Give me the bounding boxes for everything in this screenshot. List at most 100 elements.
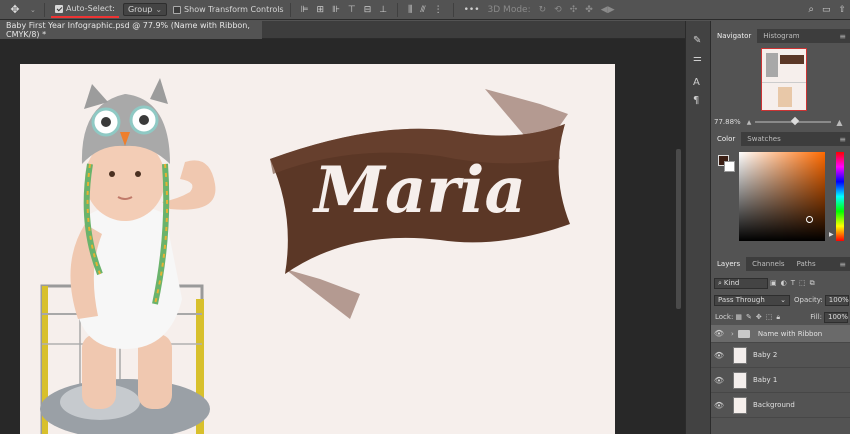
visibility-eye-icon[interactable]: 👁︎ bbox=[711, 376, 727, 385]
auto-select-label: Auto-Select: bbox=[66, 4, 115, 13]
tab-histogram[interactable]: Histogram bbox=[757, 29, 805, 43]
navigator-thumb-ribbon bbox=[780, 55, 804, 64]
lock-paint-icon[interactable]: ✎ bbox=[746, 313, 752, 321]
align-right-icon[interactable]: ⊪ bbox=[332, 5, 340, 15]
lock-transparent-icon[interactable]: ▦ bbox=[735, 313, 742, 321]
document-tab-title: Baby First Year Infographic.psd @ 77.9% … bbox=[6, 21, 250, 39]
color-picker-cursor[interactable] bbox=[806, 216, 813, 223]
right-panels: Navigator Histogram ≡ 77.88% ▲ ▲ Color S… bbox=[710, 21, 850, 434]
lock-artboard-icon[interactable]: ⬚ bbox=[766, 313, 773, 321]
owl-pupil-left bbox=[101, 117, 111, 127]
layer-row-name-with-ribbon[interactable]: 👁︎ › Name with Ribbon bbox=[711, 325, 850, 343]
filter-shape-icon[interactable]: ⬚ bbox=[799, 279, 806, 287]
filter-adjustment-icon[interactable]: ◐ bbox=[781, 279, 787, 287]
layer-filter-kind-value: Kind bbox=[723, 279, 740, 287]
align-center-icon[interactable]: ⊞ bbox=[316, 5, 324, 15]
background-color-swatch[interactable] bbox=[724, 161, 735, 172]
canvas-workspace[interactable]: Maria bbox=[0, 39, 685, 434]
opacity-field[interactable]: 100% bbox=[824, 294, 849, 306]
align-middle-icon[interactable]: ⊟ bbox=[364, 5, 372, 15]
auto-select-target-dropdown[interactable]: Group ⌄ bbox=[122, 3, 168, 16]
search-icon: ⌕ bbox=[718, 278, 722, 287]
3d-orbit-icon[interactable]: ↻ bbox=[539, 5, 547, 15]
adjustments-icon[interactable]: ⚌ bbox=[693, 53, 702, 64]
share-icon[interactable]: ⇧ bbox=[838, 5, 846, 15]
panel-menu-icon[interactable]: ≡ bbox=[839, 132, 850, 146]
zoom-slider-handle[interactable] bbox=[791, 116, 800, 126]
checkbox-icon bbox=[55, 4, 63, 13]
hue-slider[interactable] bbox=[836, 152, 844, 241]
distribute-horizontal-icon[interactable]: ⫼ bbox=[408, 5, 412, 15]
panel-menu-icon[interactable]: ≡ bbox=[839, 29, 850, 43]
fill-field[interactable]: 100% bbox=[824, 311, 848, 323]
zoom-out-icon[interactable]: ▲ bbox=[747, 119, 752, 126]
tab-swatches[interactable]: Swatches bbox=[741, 132, 786, 146]
search-icon[interactable]: ⌕ bbox=[808, 4, 814, 15]
3d-pan-icon[interactable]: ✣ bbox=[570, 5, 578, 15]
name-ribbon[interactable]: Maria bbox=[270, 89, 570, 319]
3d-slide-icon[interactable]: ✤ bbox=[585, 5, 593, 15]
layer-row-background[interactable]: 👁︎ Background bbox=[711, 393, 850, 418]
filter-type-icon[interactable]: T bbox=[791, 279, 795, 287]
navigator-thumb-baby-2 bbox=[778, 87, 792, 107]
blend-mode-dropdown[interactable]: Pass Through ⌄ bbox=[714, 294, 790, 306]
character-icon[interactable]: A bbox=[693, 77, 700, 88]
3d-scale-icon[interactable]: ◀▶ bbox=[601, 5, 615, 15]
hue-slider-arrow-icon: ▶ bbox=[829, 231, 834, 238]
divider bbox=[452, 2, 454, 17]
baby-eye-right bbox=[135, 171, 141, 177]
layer-row-baby-1[interactable]: 👁︎ Baby 1 bbox=[711, 368, 850, 393]
tab-paths[interactable]: Paths bbox=[791, 257, 822, 271]
zoom-slider[interactable] bbox=[755, 116, 832, 126]
distribute-vertical-icon[interactable]: ⫻ bbox=[420, 5, 425, 15]
color-picker-field[interactable] bbox=[739, 152, 825, 241]
3d-roll-icon[interactable]: ⟲ bbox=[554, 5, 562, 15]
align-left-icon[interactable]: ⊫ bbox=[301, 5, 309, 15]
layer-name: Baby 2 bbox=[753, 351, 778, 359]
fill-label: Fill: bbox=[810, 313, 822, 321]
tool-preset-dropdown[interactable]: ⌄ bbox=[30, 0, 38, 20]
owl-hat-ear-right bbox=[150, 78, 168, 104]
layer-filter-kind-dropdown[interactable]: ⌕ Kind bbox=[714, 277, 768, 289]
auto-select-checkbox[interactable]: Auto-Select: bbox=[51, 2, 119, 18]
tab-navigator[interactable]: Navigator bbox=[711, 29, 758, 43]
tab-layers[interactable]: Layers bbox=[711, 257, 747, 271]
baby-photo[interactable] bbox=[40, 78, 216, 434]
navigator-zoom-value[interactable]: 77.88% bbox=[714, 118, 741, 126]
opacity-value: 100% bbox=[828, 296, 849, 304]
brush-settings-icon[interactable]: ✎ bbox=[693, 35, 701, 46]
navigator-preview[interactable] bbox=[761, 48, 807, 111]
opacity-label: Opacity: bbox=[794, 296, 823, 304]
navigator-zoom-row: 77.88% ▲ ▲ bbox=[711, 115, 850, 129]
document-tab[interactable]: Baby First Year Infographic.psd @ 77.9% … bbox=[0, 21, 262, 39]
lock-all-icon[interactable]: 🔒︎ bbox=[776, 313, 780, 322]
lock-fill-row: Lock: ▦ ✎ ✥ ⬚ 🔒︎ Fill: 100% bbox=[711, 311, 850, 323]
lock-position-icon[interactable]: ✥ bbox=[756, 313, 762, 321]
vertical-scrollbar[interactable] bbox=[676, 149, 681, 309]
workspace-icon[interactable]: ▭ bbox=[822, 5, 831, 15]
chevron-right-icon[interactable]: › bbox=[731, 330, 734, 338]
tab-color[interactable]: Color bbox=[711, 132, 742, 146]
options-bar: ✥ ⌄ Auto-Select: Group ⌄ Show Transform … bbox=[0, 0, 850, 20]
tab-channels[interactable]: Channels bbox=[746, 257, 790, 271]
navigator-panel-tabs: Navigator Histogram ≡ bbox=[711, 29, 850, 43]
move-tool-icon[interactable]: ✥ bbox=[0, 0, 30, 20]
filter-smart-object-icon[interactable]: ⧉ bbox=[810, 279, 815, 288]
panel-menu-icon[interactable]: ≡ bbox=[839, 257, 850, 271]
layer-filter-row: ⌕ Kind ▣ ◐ T ⬚ ⧉ bbox=[711, 277, 850, 289]
distribute-spacing-icon[interactable]: ⋮ bbox=[434, 5, 443, 15]
visibility-eye-icon[interactable]: 👁︎ bbox=[711, 351, 727, 360]
smart-object-thumbnail bbox=[733, 371, 747, 389]
visibility-eye-icon[interactable]: 👁︎ bbox=[711, 329, 727, 338]
show-transform-controls-checkbox[interactable]: Show Transform Controls bbox=[173, 0, 284, 20]
align-bottom-icon[interactable]: ⊥ bbox=[379, 5, 387, 15]
document-canvas[interactable]: Maria bbox=[20, 64, 615, 434]
more-options-icon[interactable]: ••• bbox=[464, 5, 480, 15]
3d-mode-label: 3D Mode: bbox=[487, 4, 531, 15]
layer-row-baby-2[interactable]: 👁︎ Baby 2 bbox=[711, 343, 850, 368]
paragraph-icon[interactable]: ¶ bbox=[693, 95, 699, 106]
align-top-icon[interactable]: ⊤ bbox=[348, 5, 356, 15]
zoom-in-icon[interactable]: ▲ bbox=[836, 118, 842, 127]
visibility-eye-icon[interactable]: 👁︎ bbox=[711, 401, 727, 410]
filter-pixel-icon[interactable]: ▣ bbox=[770, 279, 777, 287]
